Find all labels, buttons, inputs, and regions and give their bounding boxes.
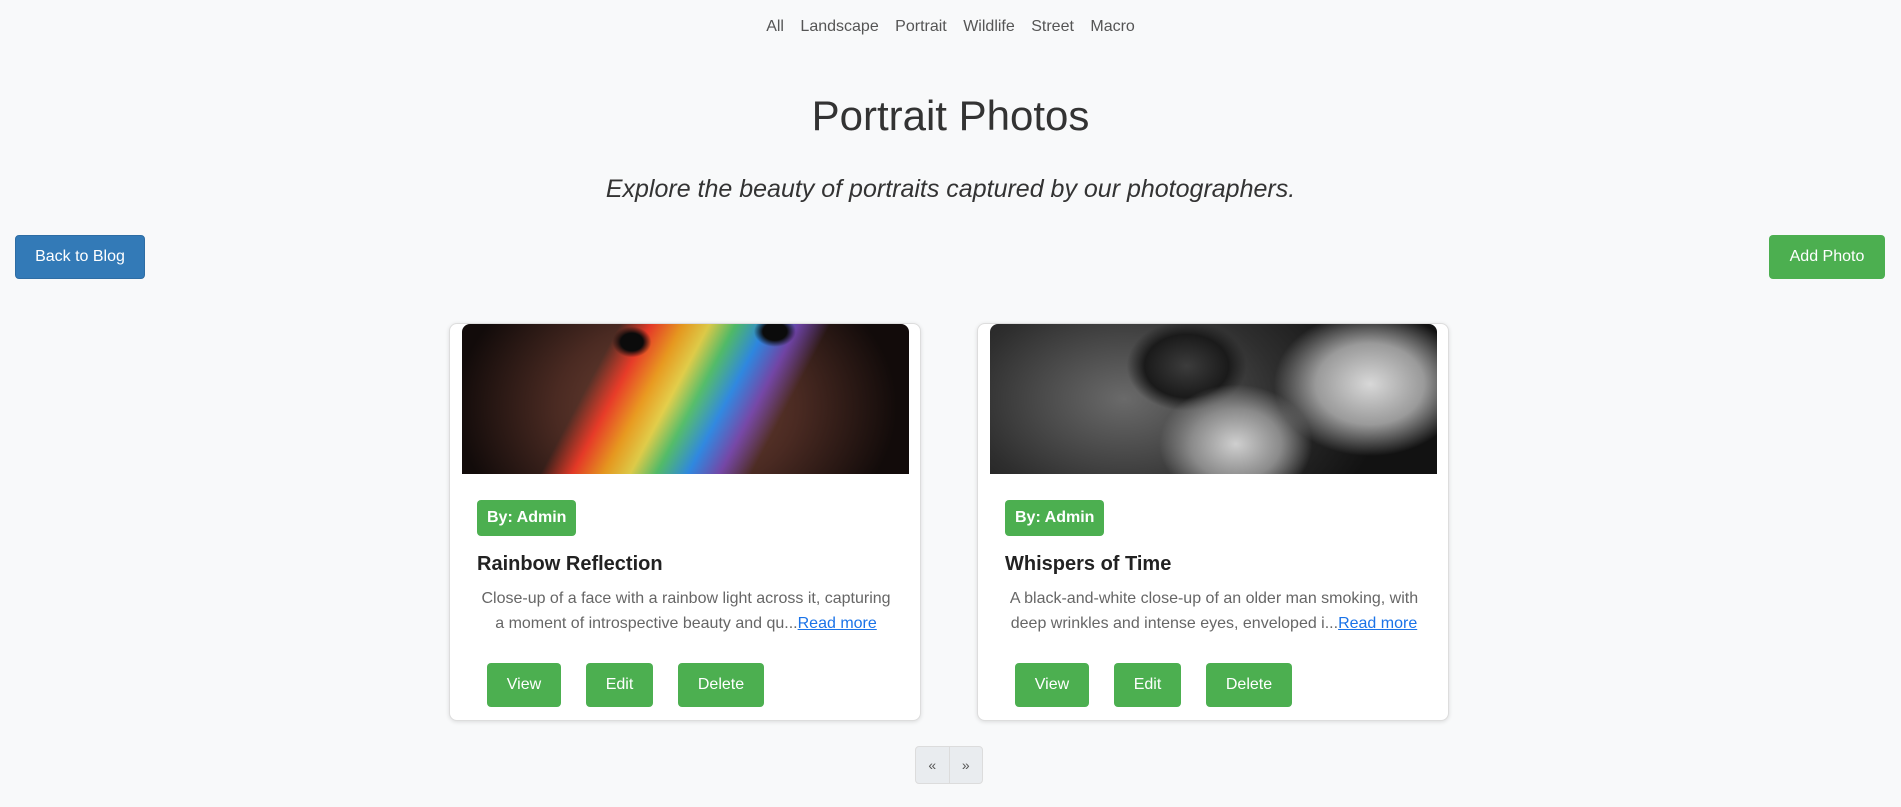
photo-description: A black-and-white close-up of an older m… — [1005, 586, 1423, 636]
photo-title: Rainbow Reflection — [477, 553, 663, 575]
delete-button[interactable]: Delete — [678, 663, 764, 707]
add-photo-button[interactable]: Add Photo — [1769, 235, 1885, 279]
category-nav: All Landscape Portrait Wildlife Street M… — [0, 18, 1901, 36]
author-badge: By: Admin — [1005, 500, 1105, 536]
photo-description: Close-up of a face with a rainbow light … — [477, 586, 895, 636]
view-button[interactable]: View — [487, 663, 561, 707]
photo-card: By: Admin Rainbow Reflection Close-up of… — [449, 323, 921, 721]
page-subtitle: Explore the beauty of portraits captured… — [605, 175, 1296, 203]
delete-button[interactable]: Delete — [1206, 663, 1292, 707]
pagination: « » — [915, 746, 983, 784]
author-badge: By: Admin — [477, 500, 577, 536]
read-more-link[interactable]: Read more — [798, 615, 877, 632]
edit-button[interactable]: Edit — [586, 663, 653, 707]
photo-card: By: Admin Whispers of Time A black-and-w… — [977, 323, 1449, 721]
photo-title: Whispers of Time — [1005, 553, 1172, 575]
next-page-button[interactable]: » — [948, 747, 983, 783]
category-landscape-link[interactable]: Landscape — [800, 18, 878, 36]
photo-image — [990, 324, 1437, 474]
category-street-link[interactable]: Street — [1031, 18, 1074, 36]
read-more-link[interactable]: Read more — [1338, 615, 1417, 632]
view-button[interactable]: View — [1015, 663, 1089, 707]
previous-page-button[interactable]: « — [916, 747, 949, 783]
category-portrait-link[interactable]: Portrait — [895, 18, 947, 36]
page: All Landscape Portrait Wildlife Street M… — [0, 0, 1901, 807]
category-macro-link[interactable]: Macro — [1090, 18, 1134, 36]
category-all-link[interactable]: All — [766, 18, 784, 36]
page-title: Portrait Photos — [811, 92, 1090, 139]
photo-image — [462, 324, 909, 474]
category-wildlife-link[interactable]: Wildlife — [963, 18, 1015, 36]
edit-button[interactable]: Edit — [1114, 663, 1181, 707]
back-to-blog-button[interactable]: Back to Blog — [15, 235, 145, 279]
